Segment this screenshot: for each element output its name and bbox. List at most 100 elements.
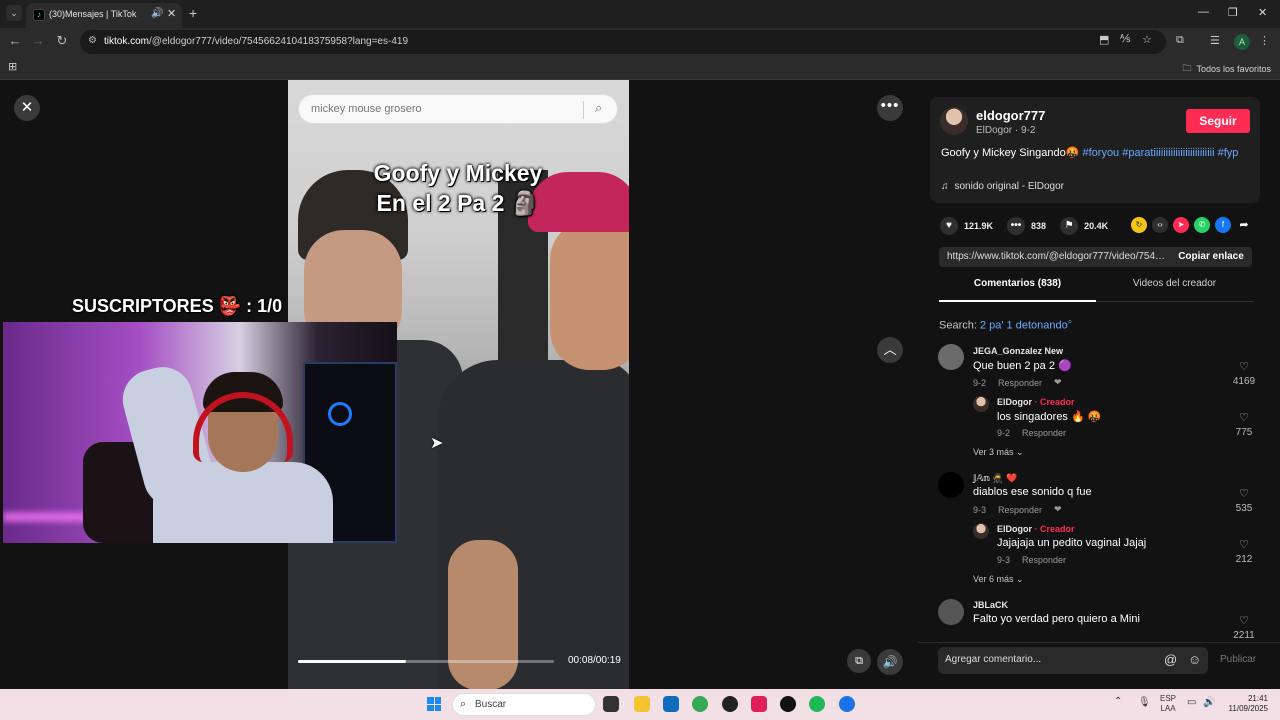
comment-like-icon[interactable]: ♡ xyxy=(1231,487,1257,500)
tab-creator-videos[interactable]: Videos del creador xyxy=(1096,278,1253,302)
reply-button[interactable]: Responder xyxy=(998,505,1042,515)
comment-like-icon[interactable]: ♡ xyxy=(1231,411,1257,424)
spotify-icon[interactable] xyxy=(809,696,825,712)
chrome-icon[interactable] xyxy=(692,696,708,712)
comment-text: Que buen 2 pa 2 🟣 xyxy=(973,360,1072,372)
file-explorer-icon[interactable] xyxy=(634,696,650,712)
avatar[interactable] xyxy=(938,344,964,370)
picture-in-picture-button[interactable]: ⧉ xyxy=(847,649,871,673)
video-search-overlay[interactable]: mickey mouse grosero ⌕ xyxy=(298,94,618,124)
facebook-icon[interactable]: f xyxy=(1215,217,1231,233)
send-icon[interactable]: ➤ xyxy=(1173,217,1189,233)
reply-button[interactable]: Responder xyxy=(1022,428,1066,438)
comment-like-icon[interactable]: ♡ xyxy=(1231,538,1257,551)
view-more-replies[interactable]: Ver 3 más ⌄ xyxy=(973,447,1024,458)
previous-video-button[interactable]: ︿ xyxy=(877,337,903,363)
system-tray[interactable]: ⌃ xyxy=(1114,696,1122,707)
embed-icon[interactable]: ‹› xyxy=(1152,217,1168,233)
creator-avatar[interactable] xyxy=(940,107,968,135)
hashtag-link[interactable]: #fyp xyxy=(1218,147,1239,159)
comment-text: Jajajaja un pedito vaginal Jajaj xyxy=(997,537,1147,549)
whatsapp-icon[interactable]: ✆ xyxy=(1194,217,1210,233)
reload-icon[interactable]: ↻ xyxy=(53,33,71,49)
task-view-icon[interactable] xyxy=(603,696,619,712)
clock[interactable]: 21:41 11/09/2025 xyxy=(1226,694,1268,714)
comment-author[interactable]: JBLaCK xyxy=(973,600,1008,610)
sound-link[interactable]: ♫ sonido original - ElDogor xyxy=(941,181,1064,192)
video-caption: Goofy y Mickey Singando🤬 #foryou #parati… xyxy=(941,147,1239,159)
chrome-active-icon[interactable] xyxy=(839,696,855,712)
repost-icon[interactable]: ↻ xyxy=(1131,217,1147,233)
volume-button[interactable]: 🔊 xyxy=(877,649,903,675)
all-bookmarks-button[interactable]: 🗀 Todos los favoritos xyxy=(1182,61,1271,77)
comment-placeholder: Agregar comentario... xyxy=(945,654,1042,665)
tab-comments[interactable]: Comentarios (838) xyxy=(939,278,1096,302)
comment-like-icon[interactable]: ♡ xyxy=(1231,614,1257,627)
more-options-button[interactable]: ••• xyxy=(877,95,903,121)
post-button[interactable]: Publicar xyxy=(1220,654,1256,665)
comment-author[interactable]: ElDogor · Creador xyxy=(997,397,1075,407)
bookmark-star-icon[interactable]: ☆ xyxy=(1142,33,1152,46)
tab-close-icon[interactable]: ✕ xyxy=(167,7,176,20)
search-suggestion[interactable]: Search: 2 pa' 1 detonando⌕ xyxy=(939,317,1072,332)
video-progress-fill xyxy=(298,660,406,663)
reply-button[interactable]: Responder xyxy=(1022,555,1066,565)
comment-like-icon[interactable]: ♡ xyxy=(1231,360,1257,373)
save-button[interactable]: ⚑ 20.4K xyxy=(1060,217,1108,235)
microphone-icon[interactable]: 🎙 xyxy=(1138,697,1151,708)
site-info-icon[interactable]: ⚙ xyxy=(88,35,97,46)
close-video-button[interactable]: ✕ xyxy=(14,95,40,121)
tiktok-app-icon[interactable] xyxy=(751,696,767,712)
comment-author[interactable]: ElDogor · Creador xyxy=(997,524,1075,534)
mention-icon[interactable]: @ xyxy=(1164,652,1177,667)
minimize-icon[interactable]: — xyxy=(1198,6,1209,18)
reply-button[interactable]: Responder xyxy=(998,378,1042,388)
avatar[interactable] xyxy=(938,472,964,498)
profile-avatar[interactable]: A xyxy=(1234,34,1250,50)
obs-icon[interactable] xyxy=(722,696,738,712)
like-button[interactable]: ♥ 121.9K xyxy=(940,217,993,235)
back-icon[interactable]: ← xyxy=(6,33,24,48)
share-arrow-icon[interactable]: ➦ xyxy=(1236,217,1252,233)
comment-author[interactable]: JEGA_Gonzalez New xyxy=(973,346,1063,356)
translate-icon[interactable]: ⅍ xyxy=(1120,33,1130,45)
search-icon: ⌕ xyxy=(1067,317,1073,326)
hashtag-link[interactable]: #paratiiiiiiiiiiiiiiiiiiiiiiiii xyxy=(1122,147,1214,159)
address-url: tiktok.com/@eldogor777/video/75456624104… xyxy=(104,36,409,47)
browser-tab-tiktok[interactable]: ♪ (30)Mensajes | TikTok 🔊 ✕ xyxy=(26,3,182,28)
comment-icon: ••• xyxy=(1007,217,1026,235)
follow-button[interactable]: Seguir xyxy=(1186,109,1250,133)
tab-search-icon[interactable]: ⌄ xyxy=(6,5,22,21)
window-close-icon[interactable]: ✕ xyxy=(1258,6,1267,19)
comment-meta: 9-3 Responder ❤ xyxy=(973,504,1062,515)
address-bar[interactable]: ⚙ tiktok.com/@eldogor777/video/754566241… xyxy=(80,30,1166,54)
outlook-icon[interactable] xyxy=(663,696,679,712)
hashtag-link[interactable]: #foryou xyxy=(1082,147,1119,159)
speaker-icon[interactable]: 🔊 xyxy=(151,8,163,19)
creator-username[interactable]: eldogor777 xyxy=(976,108,1045,123)
view-more-replies[interactable]: Ver 6 más ⌄ xyxy=(973,574,1024,585)
comment-button[interactable]: ••• 838 xyxy=(1007,217,1046,235)
network-icon[interactable]: ▭ xyxy=(1187,697,1196,708)
comment-like-count: 775 xyxy=(1235,427,1253,438)
comment-text: diablos ese sonido q fue xyxy=(973,486,1092,498)
avatar[interactable] xyxy=(973,396,989,412)
forward-icon[interactable]: → xyxy=(29,33,47,48)
install-app-icon[interactable]: ⬒ xyxy=(1099,33,1109,46)
volume-icon[interactable]: 🔊 xyxy=(1203,697,1215,708)
avatar[interactable] xyxy=(938,599,964,625)
restore-icon[interactable]: ❐ xyxy=(1228,6,1238,19)
menu-kebab-icon[interactable]: ⋮ xyxy=(1259,34,1270,47)
comment-author[interactable]: 𝕁𝔸𝕟 🥷 ❤️ xyxy=(973,473,1017,484)
windows-start-icon[interactable] xyxy=(427,697,441,711)
copy-link-button[interactable]: Copiar enlace xyxy=(1170,247,1252,267)
app-icon[interactable] xyxy=(780,696,796,712)
reading-list-icon[interactable]: ☰ xyxy=(1210,34,1220,47)
extensions-icon[interactable]: ⧉ xyxy=(1176,34,1184,47)
emoji-icon[interactable]: ☺ xyxy=(1188,652,1201,667)
apps-grid-icon[interactable]: ⊞ xyxy=(8,60,17,73)
input-language[interactable]: ESP LAA xyxy=(1160,694,1176,714)
avatar[interactable] xyxy=(973,523,989,539)
taskbar-search[interactable]: ⌕ Buscar xyxy=(452,693,596,716)
new-tab-icon[interactable]: + xyxy=(189,5,197,21)
